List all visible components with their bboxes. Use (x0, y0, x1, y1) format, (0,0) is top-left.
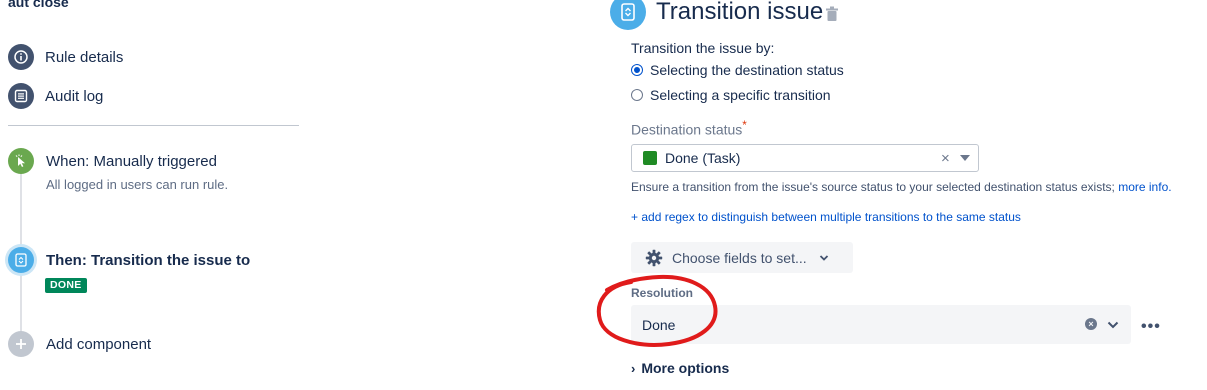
destination-status-value: Done (Task) (665, 150, 741, 166)
page-title: Transition issue (656, 0, 824, 25)
action-title[interactable]: Then: Transition the issue to (46, 252, 250, 269)
radio-button-checked[interactable] (631, 64, 643, 76)
nav-rule-details-label: Rule details (45, 48, 124, 66)
transition-icon[interactable] (8, 247, 34, 273)
clear-icon[interactable]: × (941, 150, 950, 167)
more-actions-icon[interactable]: ••• (1141, 318, 1161, 336)
trigger-title[interactable]: When: Manually triggered (46, 153, 217, 170)
rule-title: aut close (8, 0, 69, 10)
add-regex-link[interactable]: + add regex to distinguish between multi… (631, 210, 1021, 224)
destination-help-text: Ensure a transition from the issue's sou… (631, 180, 1172, 194)
list-icon (8, 83, 34, 109)
chevron-down-icon (819, 254, 829, 262)
trigger-subtitle: All logged in users can run rule. (46, 177, 229, 192)
help-text: Ensure a transition from the issue's sou… (631, 180, 1115, 194)
more-info-link[interactable]: more info. (1118, 180, 1171, 194)
nav-rule-details[interactable]: Rule details (8, 44, 123, 70)
required-marker: * (742, 119, 747, 132)
radio-button[interactable] (631, 89, 643, 101)
destination-status-label-text: Destination status (631, 121, 743, 138)
info-icon (8, 44, 34, 70)
chevron-down-icon[interactable] (960, 155, 970, 161)
annotation-circle (591, 268, 726, 357)
radio-destination-status-label: Selecting the destination status (650, 62, 844, 78)
radio-specific-transition-label: Selecting a specific transition (650, 87, 831, 103)
transition-by-label: Transition the issue by: (631, 40, 775, 56)
destination-status-label: Destination status* (631, 119, 747, 138)
radio-destination-status[interactable]: Selecting the destination status (631, 62, 844, 78)
more-options-toggle[interactable]: › More options (631, 360, 729, 376)
more-options-label: More options (641, 360, 730, 376)
clear-icon[interactable]: × (1085, 318, 1097, 330)
transition-header-icon (610, 0, 646, 30)
nav-audit-log[interactable]: Audit log (8, 83, 103, 109)
cursor-click-icon[interactable] (8, 148, 34, 174)
status-badge: DONE (45, 278, 87, 293)
nav-divider (8, 125, 299, 126)
destination-status-select[interactable]: Done (Task) × (631, 144, 979, 172)
nav-audit-log-label: Audit log (45, 87, 104, 105)
chevron-right-icon: › (631, 361, 636, 376)
plus-icon[interactable] (8, 331, 34, 357)
choose-fields-label: Choose fields to set... (672, 249, 807, 266)
chevron-down-icon[interactable] (1107, 317, 1119, 335)
radio-specific-transition[interactable]: Selecting a specific transition (631, 87, 831, 103)
status-color-swatch (643, 151, 657, 165)
trash-icon[interactable] (825, 6, 839, 27)
add-component-button[interactable]: Add component (46, 336, 151, 353)
gear-icon (645, 249, 663, 267)
